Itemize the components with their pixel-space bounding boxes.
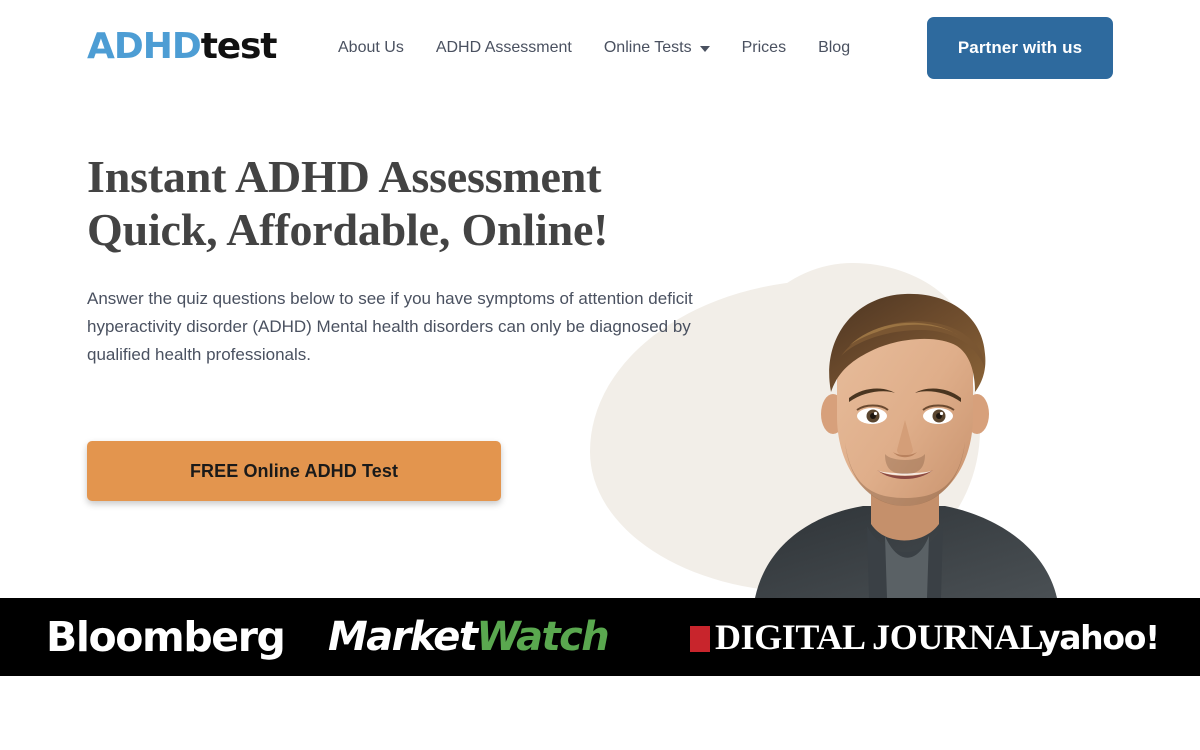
nav-label-blog: Blog xyxy=(818,39,851,56)
headline-line-1: Instant ADHD Assessment xyxy=(87,151,602,202)
page-body-whitespace xyxy=(0,676,1200,750)
hero-description: Answer the quiz questions below to see i… xyxy=(87,289,693,364)
site-logo[interactable]: ADHDtest xyxy=(87,24,278,69)
hero-section: Instant ADHD Assessment Quick, Affordabl… xyxy=(0,98,1200,598)
nav-item-prices[interactable]: Prices xyxy=(726,36,802,60)
nav-item-blog[interactable]: Blog xyxy=(802,36,866,60)
nav-item-online-tests[interactable]: Online Tests xyxy=(588,36,726,60)
nav-label-about-us: About Us xyxy=(338,39,404,56)
red-square-icon xyxy=(690,626,710,652)
press-logo-digital-journal-text: DIGITAL JOURNAL xyxy=(715,617,1044,657)
logo-text-adhd: ADHD xyxy=(87,26,202,67)
hero-copy: Instant ADHD Assessment Quick, Affordabl… xyxy=(87,150,747,501)
headline-line-2: Quick, Affordable, Online! xyxy=(87,204,609,255)
press-logo-yahoo-text: yahoo! xyxy=(1039,617,1160,657)
nav-label-online-tests: Online Tests xyxy=(603,39,692,56)
nav-label-adhd-assessment: ADHD Assessment xyxy=(435,39,572,56)
hero-portrait-image xyxy=(745,274,1065,598)
chevron-down-icon xyxy=(699,46,710,52)
press-logo-digital-journal[interactable]: DIGITAL JOURNAL xyxy=(690,616,1044,658)
partner-with-us-button[interactable]: Partner with us xyxy=(927,17,1113,79)
press-logo-marketwatch[interactable]: Market Watch xyxy=(328,614,610,660)
page-title: Instant ADHD Assessment Quick, Affordabl… xyxy=(87,150,747,256)
press-logo-bloomberg-text: Bloomberg xyxy=(46,613,286,661)
free-online-adhd-test-button[interactable]: FREE Online ADHD Test xyxy=(87,441,501,501)
nav-label-prices: Prices xyxy=(741,39,787,56)
press-logo-marketwatch-text-watch: Watch xyxy=(476,614,609,660)
site-header: ADHDtest About Us ADHD Assessment Online… xyxy=(0,0,1200,98)
press-logos-bar: Bloomberg Market Watch DIGITAL JOURNAL ya… xyxy=(0,598,1200,676)
nav-item-adhd-assessment[interactable]: ADHD Assessment xyxy=(420,36,588,60)
press-logo-bloomberg[interactable]: Bloomberg xyxy=(46,613,286,661)
logo-text-test: test xyxy=(200,26,278,67)
main-navigation: About Us ADHD Assessment Online Tests Pr… xyxy=(338,36,866,60)
press-logo-marketwatch-text-market: Market xyxy=(328,614,478,660)
press-logo-yahoo[interactable]: yahoo! xyxy=(1039,617,1160,657)
page-root: ADHDtest About Us ADHD Assessment Online… xyxy=(0,0,1200,750)
nav-item-about-us[interactable]: About Us xyxy=(338,36,420,60)
